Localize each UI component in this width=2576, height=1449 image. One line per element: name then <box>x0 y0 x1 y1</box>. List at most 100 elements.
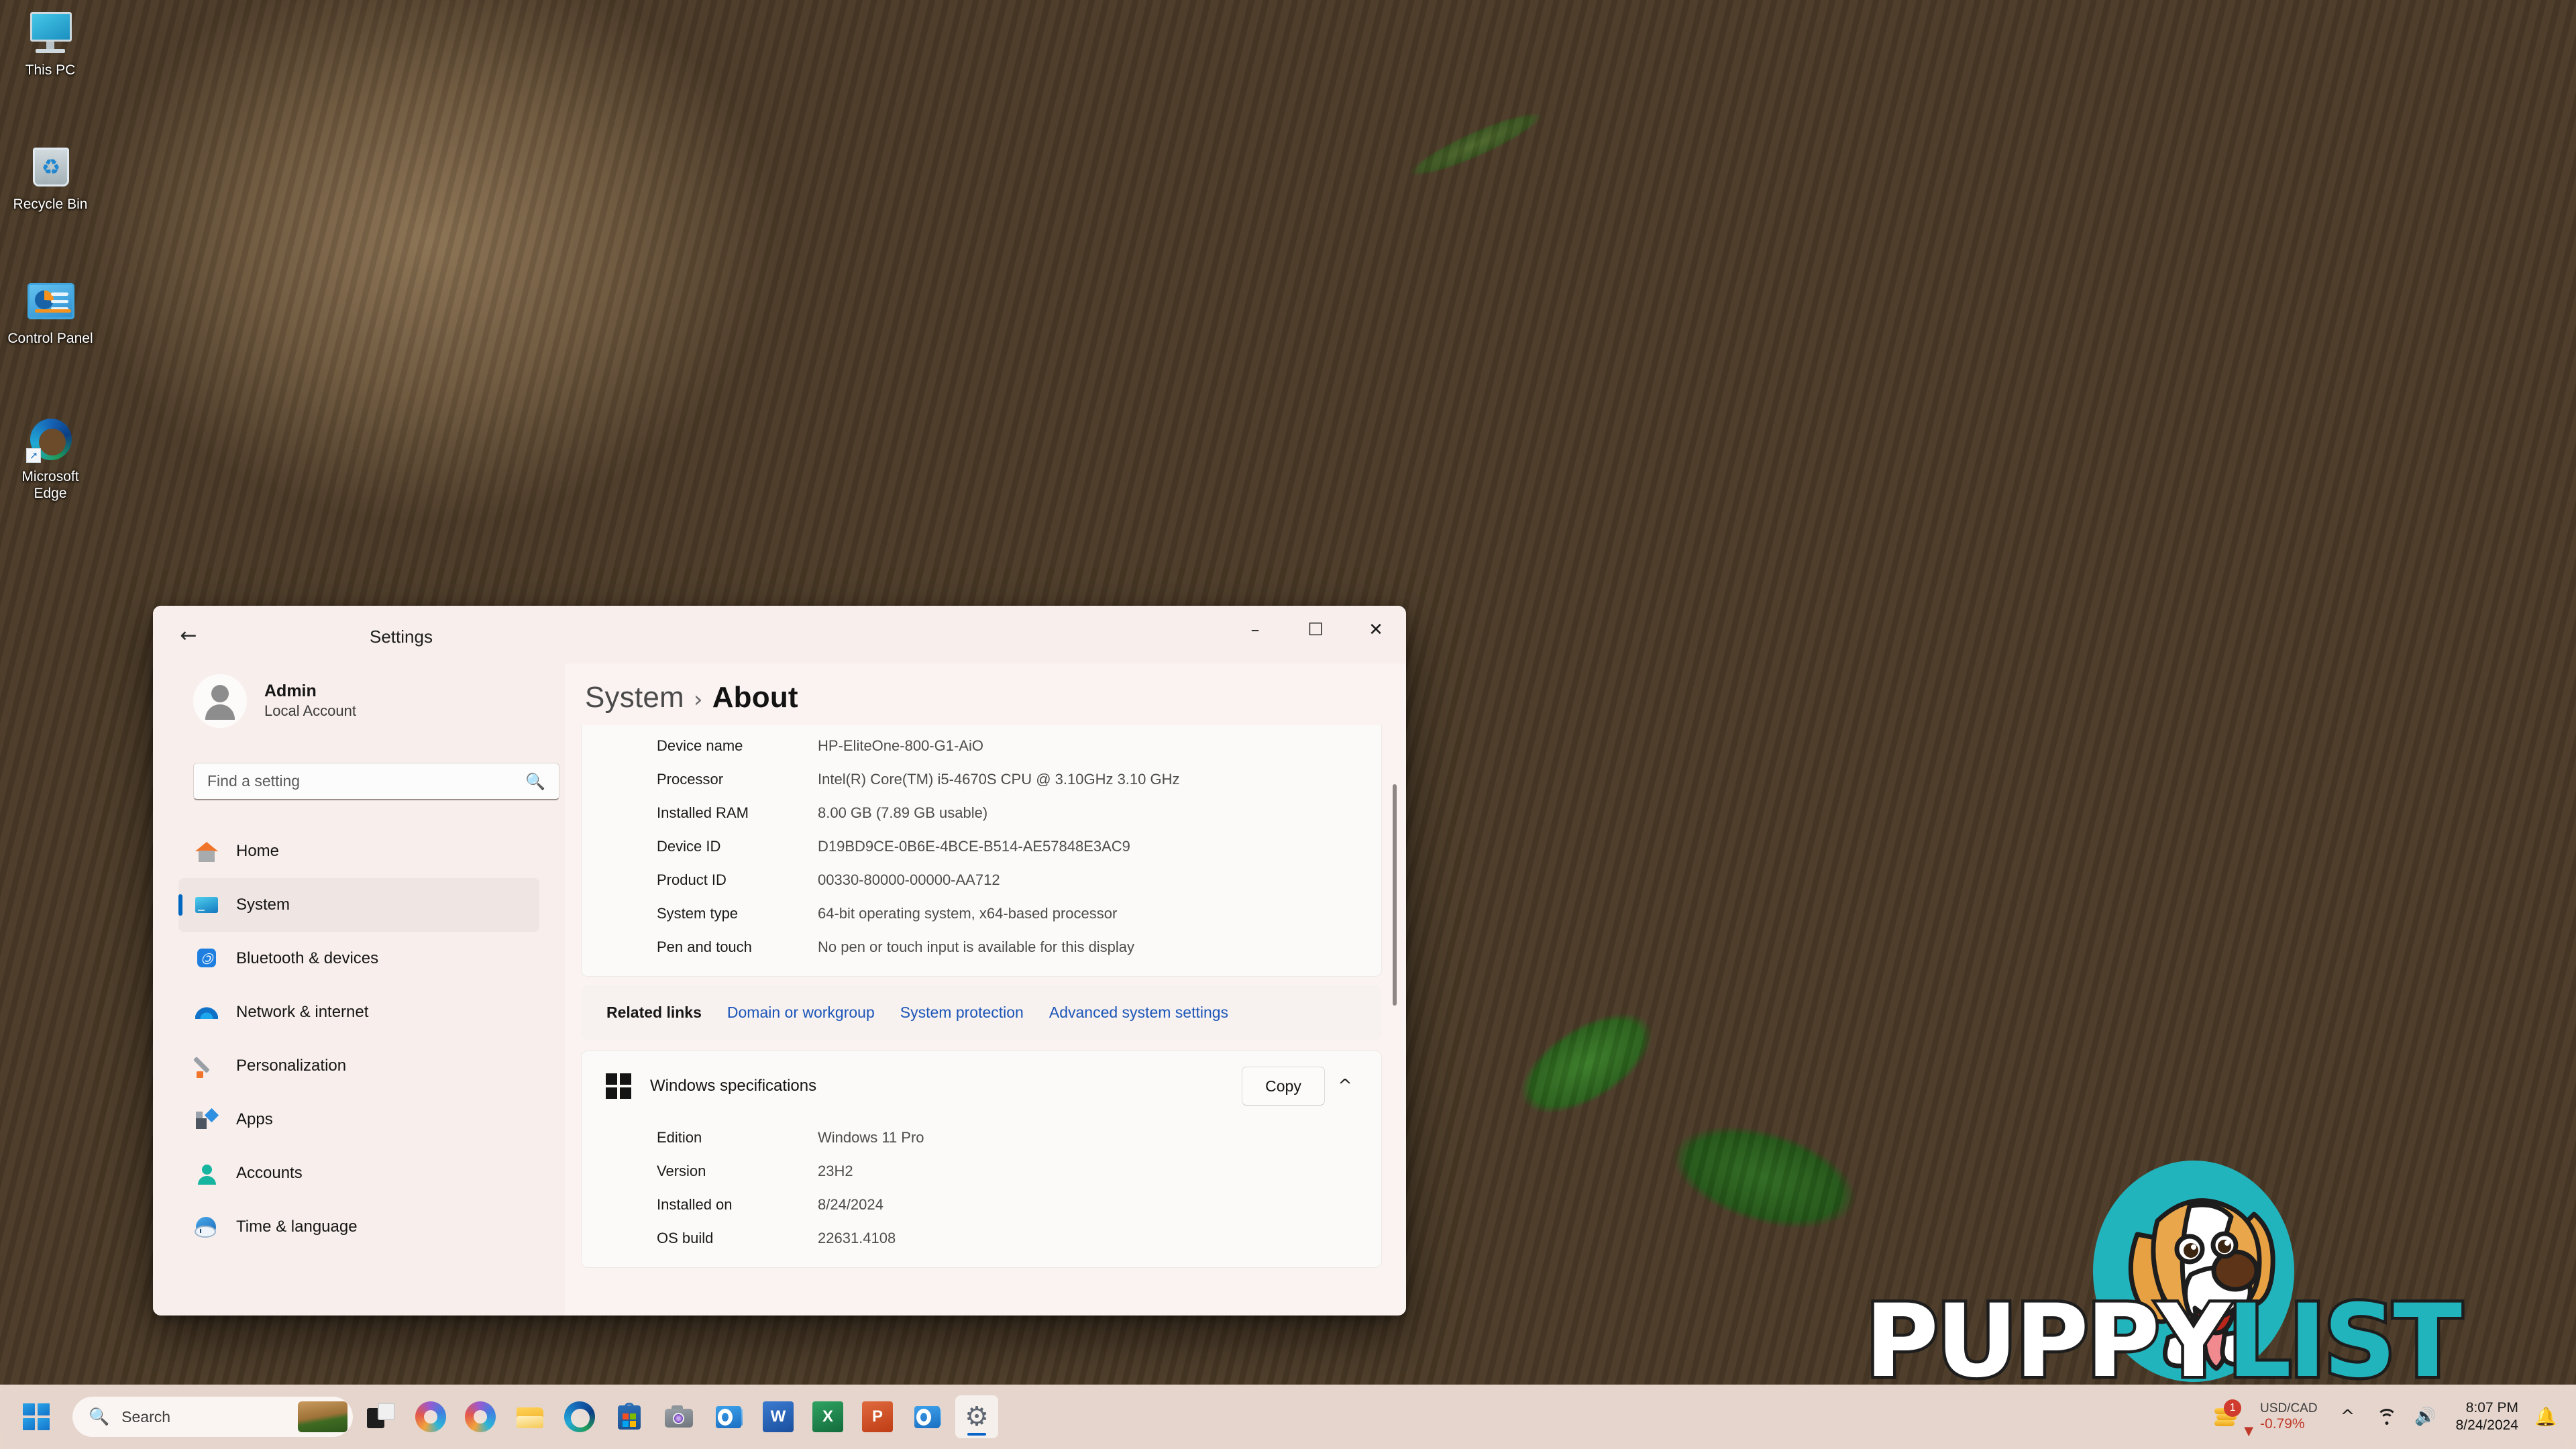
sidebar-item-apps[interactable]: Apps <box>178 1093 539 1146</box>
taskbar-item-powerpoint[interactable]: P <box>856 1395 899 1438</box>
rosemary-sprig <box>1360 51 1591 237</box>
taskbar-item-copilot-2[interactable] <box>459 1395 502 1438</box>
sidebar-item-system[interactable]: System <box>178 878 539 932</box>
spec-key: Pen and touch <box>657 938 752 955</box>
speaker-icon[interactable]: 🔊 <box>2408 1395 2444 1438</box>
link-domain-or-workgroup[interactable]: Domain or workgroup <box>727 1004 875 1022</box>
windows-specifications-header[interactable]: Windows specifications Copy ^ <box>582 1051 1381 1121</box>
clock-date: 8/24/2024 <box>2455 1417 2518 1433</box>
maximize-button[interactable]: ☐ <box>1285 606 1346 654</box>
user-avatar-icon <box>193 674 247 728</box>
settings-window: ← Settings – ☐ ✕ Admin Local Account 🔍 <box>153 606 1406 1316</box>
desktop-icon-label: Recycle Bin <box>13 197 88 212</box>
sidebar-item-bluetooth-devices[interactable]: Bluetooth & devices <box>178 932 539 985</box>
clock-globe-icon <box>193 1214 220 1240</box>
search-thumbnail-image[interactable] <box>298 1401 347 1432</box>
related-links-row: Related links Domain or workgroup System… <box>581 985 1382 1040</box>
copy-button[interactable]: Copy <box>1242 1067 1325 1106</box>
sidebar-item-personalization[interactable]: Personalization <box>178 1039 539 1093</box>
taskbar-item-word[interactable]: W <box>757 1395 800 1438</box>
settings-gear-icon: ⚙ <box>965 1401 989 1432</box>
notification-badge: 1 <box>2224 1399 2242 1417</box>
outlook-icon <box>713 1401 744 1432</box>
spec-value: 22631.4108 <box>818 1230 896 1246</box>
scrollbar-thumb[interactable] <box>1393 784 1397 1006</box>
apps-grid-icon <box>193 1106 220 1133</box>
taskbar-item-outlook[interactable] <box>707 1395 750 1438</box>
back-arrow-icon[interactable]: ← <box>172 621 205 650</box>
taskbar-search-box[interactable]: 🔍 Search <box>72 1397 353 1437</box>
close-button[interactable]: ✕ <box>1346 606 1406 654</box>
breadcrumb-separator: › <box>693 686 703 713</box>
related-links-label: Related links <box>606 1003 702 1021</box>
taskbar-search-placeholder: Search <box>121 1407 171 1426</box>
sidebar-item-label: Accounts <box>236 1164 303 1182</box>
taskbar-item-excel[interactable]: X <box>806 1395 849 1438</box>
bell-icon[interactable]: 🔔 <box>2530 1395 2561 1438</box>
spec-value: 23H2 <box>818 1163 853 1179</box>
word-icon: W <box>763 1401 794 1432</box>
sidebar-item-home[interactable]: Home <box>178 824 539 878</box>
desktop-icon-this-pc[interactable]: This PC <box>0 9 101 78</box>
chevron-up-icon[interactable]: ^ <box>2330 1395 2366 1438</box>
start-button[interactable] <box>15 1395 58 1438</box>
sidebar-item-label: Time & language <box>236 1218 358 1236</box>
find-a-setting-field[interactable]: 🔍 <box>193 763 559 800</box>
spec-key: Processor <box>657 771 724 788</box>
taskbar-item-outlook-2[interactable] <box>906 1395 949 1438</box>
taskbar-item-file-explorer[interactable] <box>508 1395 551 1438</box>
search-input[interactable] <box>207 772 526 790</box>
taskbar-item-settings[interactable]: ⚙ <box>955 1395 998 1438</box>
minimize-button[interactable]: – <box>1225 606 1285 654</box>
currency-widget[interactable]: 1 ▼ USD/CAD -0.79% <box>2205 1395 2326 1438</box>
spec-key: Product ID <box>657 871 727 888</box>
settings-sidebar: Admin Local Account 🔍 Home System <box>153 663 565 1316</box>
sidebar-item-time-language[interactable]: Time & language <box>178 1200 539 1254</box>
taskbar-item-microsoft-store[interactable] <box>608 1395 651 1438</box>
home-icon <box>193 838 220 865</box>
spec-key: System type <box>657 905 739 922</box>
link-advanced-system-settings[interactable]: Advanced system settings <box>1049 1004 1228 1022</box>
spec-key: OS build <box>657 1230 714 1246</box>
account-type: Local Account <box>264 702 356 720</box>
sidebar-nav: Home System Bluetooth & devices Network … <box>178 824 539 1254</box>
breadcrumb-parent[interactable]: System <box>585 681 684 714</box>
spec-value: 8.00 GB (7.89 GB usable) <box>818 804 988 821</box>
basil-leaf-large <box>1607 1064 1921 1291</box>
taskbar-item-microsoft-edge[interactable] <box>558 1395 601 1438</box>
wifi-icon[interactable] <box>2369 1395 2405 1438</box>
spec-key: Installed on <box>657 1196 733 1213</box>
taskbar-item-camera[interactable] <box>657 1395 700 1438</box>
sidebar-item-label: Network & internet <box>236 1003 369 1021</box>
camera-icon <box>663 1401 694 1432</box>
desktop-icon-control-panel[interactable]: Control Panel <box>0 278 101 347</box>
window-controls: – ☐ ✕ <box>1225 606 1406 654</box>
taskbar-item-copilot[interactable] <box>409 1395 452 1438</box>
spec-value: 64-bit operating system, x64-based proce… <box>818 905 1118 922</box>
spec-value: 8/24/2024 <box>818 1196 883 1213</box>
page-title: About <box>712 681 798 714</box>
copilot-icon <box>465 1401 496 1432</box>
chevron-up-icon[interactable]: ^ <box>1325 1067 1365 1106</box>
desktop-icon-recycle-bin[interactable]: Recycle Bin <box>0 144 101 213</box>
sidebar-item-label: Apps <box>236 1110 273 1128</box>
link-system-protection[interactable]: System protection <box>900 1004 1024 1022</box>
account-name: Admin <box>264 682 317 701</box>
table-row: Processor Intel(R) Core(TM) i5-4670S CPU… <box>582 763 1381 796</box>
taskbar-clock[interactable]: 8:07 PM 8/24/2024 <box>2447 1395 2528 1438</box>
spec-value: 00330-80000-00000-AA712 <box>818 871 1000 888</box>
desktop-icon-microsoft-edge[interactable]: ↗ Microsoft Edge <box>0 416 101 502</box>
vertical-scrollbar[interactable] <box>1393 784 1397 1316</box>
search-icon: 🔍 <box>525 771 545 791</box>
table-row: Installed RAM 8.00 GB (7.89 GB usable) <box>582 796 1381 830</box>
spec-key: Version <box>657 1163 706 1179</box>
table-row: System type 64-bit operating system, x64… <box>582 897 1381 930</box>
account-summary[interactable]: Admin Local Account <box>178 663 539 728</box>
sidebar-item-label: Home <box>236 842 280 860</box>
spec-value: D19BD9CE-0B6E-4BCE-B514-AE57848E3AC9 <box>818 838 1130 855</box>
sidebar-item-accounts[interactable]: Accounts <box>178 1146 539 1200</box>
sidebar-item-network-internet[interactable]: Network & internet <box>178 985 539 1039</box>
taskbar-item-task-view[interactable] <box>360 1395 402 1438</box>
excel-icon: X <box>812 1401 843 1432</box>
windows-specifications-card: Windows specifications Copy ^ Edition Wi… <box>581 1051 1382 1268</box>
